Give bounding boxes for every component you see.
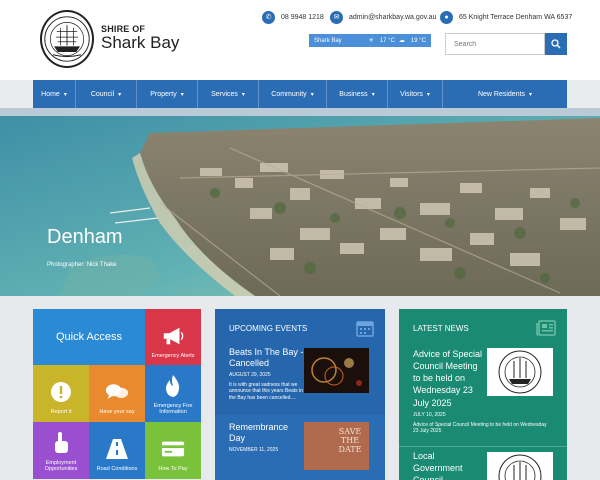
tile-road-conditions[interactable]: Road Conditions [89, 422, 145, 479]
megaphone-icon [161, 325, 185, 347]
nav-visitors[interactable]: Visitors ▾ [388, 80, 443, 108]
weather-temp-low: 19 °C [410, 37, 426, 44]
pointing-hand-icon [49, 431, 73, 454]
envelope-icon: ✉ [330, 10, 343, 24]
news-thumbnail[interactable] [487, 452, 553, 480]
cloud-icon: ☁ [398, 38, 405, 44]
contact-email[interactable]: ✉ admin@sharkbay.wa.gov.au [330, 10, 436, 24]
weather-location: Shark Bay [314, 37, 342, 44]
news-item-title[interactable]: Local Government Council... [413, 450, 483, 480]
hero-title: Denham [47, 226, 123, 248]
search-button[interactable] [545, 33, 567, 55]
contact-phone[interactable]: ✆ 08 9948 1218 [262, 10, 324, 24]
alert-circle-icon [49, 381, 73, 403]
chevron-down-icon: ▾ [241, 91, 245, 98]
chevron-down-icon: ▾ [426, 91, 430, 98]
tile-have-your-say[interactable]: Have your say [89, 365, 145, 422]
ship-seal-icon [44, 16, 90, 62]
quick-access-panel: Quick Access Emergency Alerts Report it … [33, 309, 201, 480]
tile-report-it[interactable]: Report it [33, 365, 89, 422]
nav-label: Community [271, 90, 307, 98]
nav-label: Services [211, 90, 238, 98]
weather-widget[interactable]: Shark Bay ☀ 17 °C ☁ 19 °C [309, 34, 431, 47]
nav-community[interactable]: Community ▾ [259, 80, 327, 108]
tile-label: Report it [50, 409, 72, 416]
tile-label: Employment Opportunities [44, 459, 78, 473]
shire-logo[interactable] [40, 10, 94, 68]
nav-services[interactable]: Services ▾ [198, 80, 259, 108]
event-description: It is with great sadness that we announc… [229, 381, 303, 401]
nav-new-residents[interactable]: New Residents ▾ [443, 80, 567, 108]
tile-emergency-alerts[interactable]: Emergency Alerts [145, 309, 201, 366]
chevron-down-icon: ▾ [63, 91, 67, 98]
event-title[interactable]: Remembrance Day [229, 422, 301, 445]
nav-label: Home [41, 90, 60, 98]
ship-seal-icon [498, 454, 542, 480]
news-item-date: JULY 10, 2025 [413, 411, 446, 418]
tile-label: Emergency Alerts [151, 353, 195, 360]
event-title[interactable]: Beats In The Bay - Cancelled [229, 347, 309, 370]
nav-label: Council [90, 90, 115, 98]
flame-icon [161, 374, 185, 397]
tile-how-to-pay[interactable]: How To Pay [145, 422, 201, 479]
news-title[interactable]: Latest News [413, 324, 469, 333]
chevron-down-icon: ▾ [310, 91, 314, 98]
tile-label: Have your say [99, 409, 135, 416]
nav-home[interactable]: Home ▾ [33, 80, 76, 108]
latest-news-panel: Latest News Advice of Special Council Me… [399, 309, 567, 480]
sun-icon: ☀ [368, 38, 374, 44]
street-address: 65 Knight Terrace Denham WA 6537 [459, 13, 573, 21]
events-title[interactable]: Upcoming Events [229, 324, 307, 333]
chevron-down-icon: ▾ [371, 91, 375, 98]
news-thumbnail[interactable] [487, 348, 553, 396]
road-icon [105, 438, 129, 460]
divider [399, 446, 567, 447]
quick-access-title: Quick Access [33, 309, 145, 365]
phone-number: 08 9948 1218 [281, 13, 324, 21]
tile-label: How To Pay [158, 466, 188, 473]
nav-council[interactable]: Council ▾ [76, 80, 137, 108]
calendar-icon [356, 321, 374, 337]
weather-temp-high: 17 °C [379, 37, 395, 44]
map-pin-icon: ● [440, 10, 453, 24]
nav-label: Business [339, 90, 368, 98]
chevron-down-icon: ▾ [529, 91, 533, 98]
main-nav: Home ▾ Council ▾ Property ▾ Services ▾ Commu… [33, 80, 567, 108]
event-thumbnail[interactable]: SAVE THE DATE [304, 422, 369, 470]
search-icon [551, 39, 561, 49]
chevron-down-icon: ▾ [180, 91, 184, 98]
events-header: Upcoming Events [215, 309, 385, 347]
news-header: Latest News [399, 309, 567, 347]
email-address: admin@sharkbay.wa.gov.au [349, 13, 437, 21]
brand-name[interactable]: Shark Bay [101, 33, 179, 53]
tile-employment[interactable]: Employment Opportunities [33, 422, 89, 479]
photo-credit: Photographer: Nick Thake [47, 262, 117, 268]
hero-banner: Denham Photographer: Nick Thake [0, 108, 600, 296]
news-item-description: Advice of Special Council Meeting to be … [413, 421, 547, 435]
card-icon [161, 438, 185, 460]
phone-icon: ✆ [262, 10, 275, 24]
nav-label: New Residents [477, 90, 526, 98]
chat-bubbles-icon [105, 381, 129, 403]
event-thumbnail[interactable] [304, 348, 369, 393]
tile-label: Road Conditions [96, 466, 138, 473]
nav-property[interactable]: Property ▾ [137, 80, 198, 108]
nav-business[interactable]: Business ▾ [327, 80, 388, 108]
nav-label: Visitors [400, 90, 423, 98]
ship-seal-icon [498, 350, 542, 394]
save-the-date-text: SAVE THE DATE [338, 427, 362, 454]
news-item-title[interactable]: Advice of Special Council Meeting to be … [413, 348, 483, 409]
search-input[interactable] [445, 33, 545, 55]
newspaper-icon [536, 320, 556, 336]
nav-label: Property [150, 90, 177, 98]
upcoming-events-panel: Upcoming Events Beats In The Bay - Cance… [215, 309, 385, 480]
tile-emergency-fire-info[interactable]: Emergency Fire Information [145, 365, 201, 422]
chevron-down-icon: ▾ [118, 91, 122, 98]
contact-address[interactable]: ● 65 Knight Terrace Denham WA 6537 [440, 10, 572, 24]
site-header: SHIRE OF Shark Bay ✆ 08 9948 1218 ✉ admi… [0, 0, 600, 80]
tile-label: Emergency Fire Information [153, 402, 193, 416]
